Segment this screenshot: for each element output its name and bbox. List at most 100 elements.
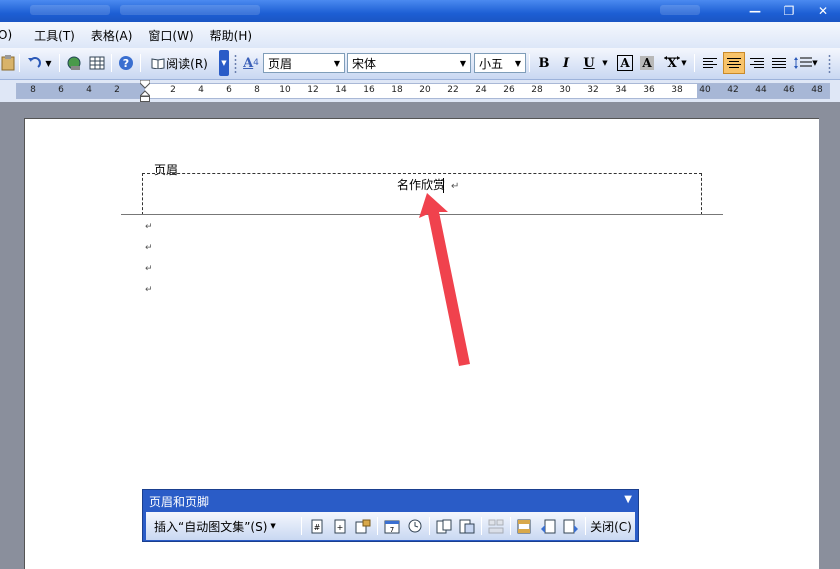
hyperlink-button[interactable] bbox=[64, 52, 84, 74]
ruler-tick-label: 22 bbox=[447, 85, 459, 95]
bold-button[interactable]: B bbox=[535, 52, 553, 74]
undo-button[interactable]: ▼ bbox=[24, 52, 54, 74]
align-right-button[interactable] bbox=[747, 52, 767, 74]
undo-icon bbox=[28, 57, 42, 68]
insert-date-button[interactable]: 7 bbox=[382, 516, 402, 536]
ruler-tick-label: 48 bbox=[811, 85, 823, 95]
toolbar-separator bbox=[585, 517, 586, 535]
ruler-tick-label: 10 bbox=[279, 85, 291, 95]
styles-pane-button[interactable]: A 4 bbox=[240, 52, 262, 74]
ruler-tick-label: 12 bbox=[307, 85, 319, 95]
character-border-icon: A bbox=[617, 55, 633, 71]
toolbar-grip[interactable] bbox=[234, 54, 237, 74]
align-center-button[interactable] bbox=[723, 52, 745, 74]
toolbar-separator bbox=[481, 517, 482, 535]
font-select[interactable]: 宋体 ▼ bbox=[347, 53, 471, 73]
line-spacing-button[interactable]: ▼ bbox=[792, 52, 820, 74]
help-button[interactable]: ? bbox=[116, 52, 136, 74]
line-spacing-icon bbox=[794, 57, 813, 69]
ruler-tick-label: 8 bbox=[30, 85, 36, 95]
menu-window[interactable]: 窗口(W) bbox=[140, 27, 201, 44]
ruler-tick-label: 4 bbox=[86, 85, 92, 95]
italic-button[interactable]: I bbox=[557, 52, 575, 74]
paragraph-mark: ↵ bbox=[145, 243, 153, 253]
page-setup-icon bbox=[436, 519, 452, 533]
ruler-tick-label: 34 bbox=[615, 85, 627, 95]
insert-autotext-button[interactable]: 插入“自动图文集”(S) ▼ bbox=[154, 516, 290, 536]
toolbar-grip[interactable] bbox=[828, 54, 831, 74]
svg-text:?: ? bbox=[123, 57, 129, 70]
toolbar-separator bbox=[140, 54, 141, 72]
close-header-footer-button[interactable]: 关闭(C) bbox=[589, 516, 633, 536]
character-shading-button[interactable]: A bbox=[638, 52, 656, 74]
menu-tools[interactable]: 工具(T) bbox=[26, 27, 83, 44]
paragraph-mark: ↵ bbox=[145, 285, 153, 295]
chevron-down-icon[interactable]: ▼ bbox=[330, 54, 344, 72]
clock-icon bbox=[408, 519, 422, 533]
table-button[interactable] bbox=[87, 52, 107, 74]
ruler-tick-label: 26 bbox=[503, 85, 515, 95]
toolbar-separator bbox=[694, 54, 695, 72]
toolbar-separator bbox=[510, 517, 511, 535]
show-document-text-button[interactable] bbox=[457, 516, 477, 536]
menu-bar: O) 工具(T) 表格(A) 窗口(W) 帮助(H) bbox=[0, 22, 840, 48]
font-size-select[interactable]: 小五 ▼ bbox=[474, 53, 526, 73]
ruler-tick-label: 40 bbox=[699, 85, 711, 95]
link-previous-icon bbox=[488, 519, 504, 533]
indent-marker[interactable] bbox=[140, 80, 150, 102]
character-scaling-button[interactable]: X ▼ bbox=[660, 52, 690, 74]
menu-help[interactable]: 帮助(H) bbox=[202, 27, 260, 44]
menu-table[interactable]: 表格(A) bbox=[83, 27, 141, 44]
ruler-tick-label: 46 bbox=[783, 85, 795, 95]
align-left-button[interactable] bbox=[700, 52, 720, 74]
ruler-tick-label: 32 bbox=[587, 85, 599, 95]
ruler-left-margin bbox=[17, 84, 145, 98]
justify-button[interactable] bbox=[769, 52, 789, 74]
horizontal-ruler[interactable]: 8 6 4 2 2 4 6 8 10 12 14 16 18 20 22 24 26 28 30 32 34 36 38 40… bbox=[0, 80, 840, 102]
toolbar-options-button[interactable]: ▼ bbox=[219, 50, 229, 76]
format-page-number-icon bbox=[355, 519, 371, 533]
insert-page-number-button[interactable]: # bbox=[307, 516, 327, 536]
switch-header-footer-button[interactable] bbox=[515, 516, 535, 536]
page-number-icon: # bbox=[311, 519, 323, 533]
chevron-down-icon[interactable]: ▼ bbox=[511, 54, 525, 72]
minimize-button[interactable]: — bbox=[738, 1, 772, 21]
insert-time-button[interactable] bbox=[405, 516, 425, 536]
ruler-tick-label: 2 bbox=[170, 85, 176, 95]
underline-dropdown[interactable]: ▼ bbox=[600, 52, 610, 74]
ruler-tick-label: 24 bbox=[475, 85, 487, 95]
header-text[interactable]: 名作欣赏 ↵ bbox=[397, 176, 459, 193]
toolbar-separator bbox=[429, 517, 430, 535]
read-mode-button[interactable]: 阅读(R) bbox=[146, 52, 212, 74]
font-value: 宋体 bbox=[352, 56, 377, 71]
same-as-previous-button[interactable] bbox=[486, 516, 506, 536]
text-cursor bbox=[443, 178, 444, 193]
toolbar-options-icon[interactable]: ▼ bbox=[624, 494, 632, 505]
style-select[interactable]: 页眉 ▼ bbox=[263, 53, 345, 73]
svg-text:7: 7 bbox=[390, 526, 394, 534]
header-footer-toolbar-title[interactable]: 页眉和页脚 bbox=[143, 490, 638, 510]
svg-text:#: # bbox=[314, 523, 321, 532]
format-page-number-button[interactable] bbox=[353, 516, 373, 536]
restore-button[interactable]: ❐ bbox=[772, 1, 806, 21]
chevron-down-icon[interactable]: ▼ bbox=[456, 54, 470, 72]
header-rule bbox=[121, 214, 723, 215]
menu-format[interactable]: O) bbox=[0, 28, 20, 42]
paste-button[interactable] bbox=[0, 52, 16, 74]
help-icon: ? bbox=[119, 56, 133, 70]
show-previous-button[interactable] bbox=[538, 516, 558, 536]
toolbar-separator bbox=[19, 54, 20, 72]
clipboard-icon bbox=[1, 55, 15, 71]
read-mode-label: 阅读(R) bbox=[166, 56, 208, 71]
show-next-button[interactable] bbox=[561, 516, 581, 536]
character-border-button[interactable]: A bbox=[616, 52, 634, 74]
dropdown-arrow-icon: ▼ bbox=[45, 58, 52, 68]
title-text-blur bbox=[30, 5, 110, 15]
page-setup-button[interactable] bbox=[434, 516, 454, 536]
insert-page-count-button[interactable]: + bbox=[330, 516, 350, 536]
underline-button[interactable]: U bbox=[580, 52, 598, 74]
close-window-button[interactable]: ✕ bbox=[806, 1, 840, 21]
toolbar-separator bbox=[529, 54, 530, 72]
table-icon bbox=[89, 56, 105, 70]
align-right-icon bbox=[750, 58, 764, 68]
